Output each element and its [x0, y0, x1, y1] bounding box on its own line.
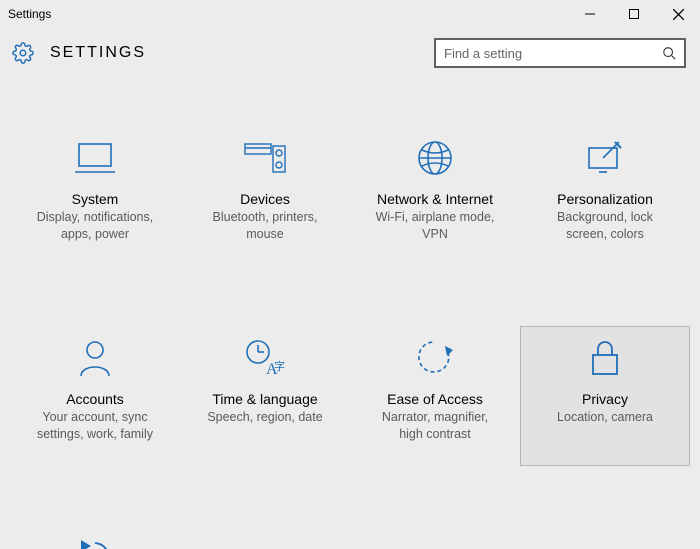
personalization-icon — [527, 137, 683, 179]
maximize-button[interactable] — [612, 0, 656, 28]
tile-time-language[interactable]: A 字 Time & language Speech, region, date — [180, 326, 350, 466]
svg-text:字: 字 — [274, 359, 285, 373]
accounts-icon — [17, 337, 173, 379]
search-input[interactable] — [444, 46, 662, 61]
tile-subtitle: Speech, region, date — [187, 409, 343, 426]
tile-subtitle: Your account, sync settings, work, famil… — [17, 409, 173, 443]
tile-ease-of-access[interactable]: Ease of Access Narrator, magnifier, high… — [350, 326, 520, 466]
window-controls — [568, 0, 700, 28]
lock-icon — [527, 337, 683, 379]
minimize-button[interactable] — [568, 0, 612, 28]
header: SETTINGS — [0, 28, 700, 78]
header-left: SETTINGS — [12, 42, 146, 64]
search-icon — [662, 46, 676, 60]
tile-title: Personalization — [527, 191, 683, 207]
ease-of-access-icon — [357, 337, 513, 379]
tile-subtitle: Background, lock screen, colors — [527, 209, 683, 243]
tile-accounts[interactable]: Accounts Your account, sync settings, wo… — [10, 326, 180, 466]
tile-title: System — [17, 191, 173, 207]
close-button[interactable] — [656, 0, 700, 28]
tile-title: Time & language — [187, 391, 343, 407]
tile-update-security[interactable]: Update & security — [10, 526, 180, 549]
time-language-icon: A 字 — [187, 337, 343, 379]
tile-subtitle: Location, camera — [527, 409, 683, 426]
close-icon — [673, 9, 684, 20]
settings-grid: System Display, notifications, apps, pow… — [0, 78, 700, 549]
window-titlebar: Settings — [0, 0, 700, 28]
window-title: Settings — [8, 7, 51, 21]
update-icon — [17, 537, 173, 549]
tile-subtitle: Display, notifications, apps, power — [17, 209, 173, 243]
tile-subtitle: Wi-Fi, airplane mode, VPN — [357, 209, 513, 243]
maximize-icon — [629, 9, 639, 19]
tile-title: Privacy — [527, 391, 683, 407]
tile-title: Network & Internet — [357, 191, 513, 207]
tile-devices[interactable]: Devices Bluetooth, printers, mouse — [180, 126, 350, 266]
globe-icon — [357, 137, 513, 179]
system-icon — [17, 137, 173, 179]
tile-personalization[interactable]: Personalization Background, lock screen,… — [520, 126, 690, 266]
devices-icon — [187, 137, 343, 179]
tile-privacy[interactable]: Privacy Location, camera — [520, 326, 690, 466]
tile-subtitle: Bluetooth, printers, mouse — [187, 209, 343, 243]
tile-title: Devices — [187, 191, 343, 207]
settings-gear-icon — [12, 42, 34, 64]
tile-system[interactable]: System Display, notifications, apps, pow… — [10, 126, 180, 266]
tile-title: Accounts — [17, 391, 173, 407]
search-box[interactable] — [434, 38, 686, 68]
tile-network[interactable]: Network & Internet Wi-Fi, airplane mode,… — [350, 126, 520, 266]
tile-title: Ease of Access — [357, 391, 513, 407]
page-title: SETTINGS — [50, 44, 146, 62]
tile-subtitle: Narrator, magnifier, high contrast — [357, 409, 513, 443]
minimize-icon — [585, 9, 595, 19]
